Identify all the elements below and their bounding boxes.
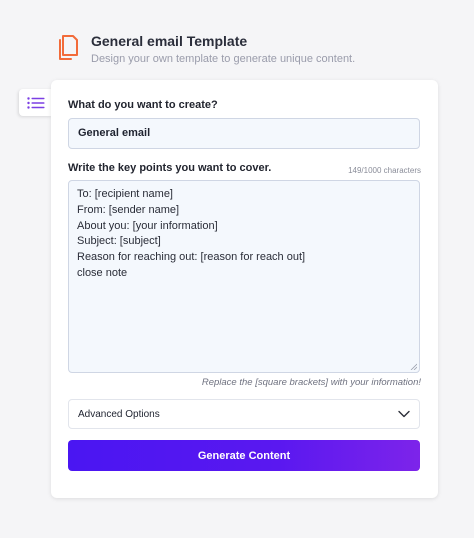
- generate-content-button[interactable]: Generate Content: [68, 440, 420, 471]
- page: General email Template Design your own t…: [0, 0, 474, 538]
- key-points-label: Write the key points you want to cover.: [68, 162, 272, 174]
- key-points-line: close note: [77, 266, 128, 279]
- sidebar-toggle-button[interactable]: [19, 89, 52, 116]
- list-menu-icon: [26, 96, 44, 109]
- key-points-line: From: [sender name]: [77, 203, 180, 216]
- header-text: General email Template Design your own t…: [91, 33, 355, 66]
- key-points-line: Reason for reaching out: [reason for rea…: [77, 251, 306, 264]
- key-points-line: Subject: [subject]: [77, 235, 161, 248]
- template-form-card: What do you want to create? General emai…: [51, 80, 438, 498]
- create-input[interactable]: General email: [68, 118, 420, 149]
- page-title: General email Template: [91, 33, 248, 49]
- advanced-options-label: Advanced Options: [78, 408, 160, 420]
- page-subtitle: Design your own template to generate uni…: [91, 53, 356, 65]
- copy-document-icon: [59, 35, 78, 60]
- chevron-down-icon: [398, 410, 410, 418]
- key-points-line: About you: [your information]: [77, 219, 218, 232]
- page-header: General email Template Design your own t…: [56, 33, 355, 66]
- bracket-hint: Replace the [square brackets] with your …: [201, 377, 421, 388]
- resize-handle-icon[interactable]: [410, 363, 417, 370]
- key-points-line: To: [recipient name]: [77, 188, 173, 200]
- create-label: What do you want to create?: [68, 99, 218, 111]
- advanced-options-toggle[interactable]: Advanced Options: [68, 399, 420, 429]
- key-points-textarea[interactable]: To: [recipient name] From: [sender name]…: [68, 180, 420, 373]
- character-counter: 149/1000 characters: [348, 166, 421, 175]
